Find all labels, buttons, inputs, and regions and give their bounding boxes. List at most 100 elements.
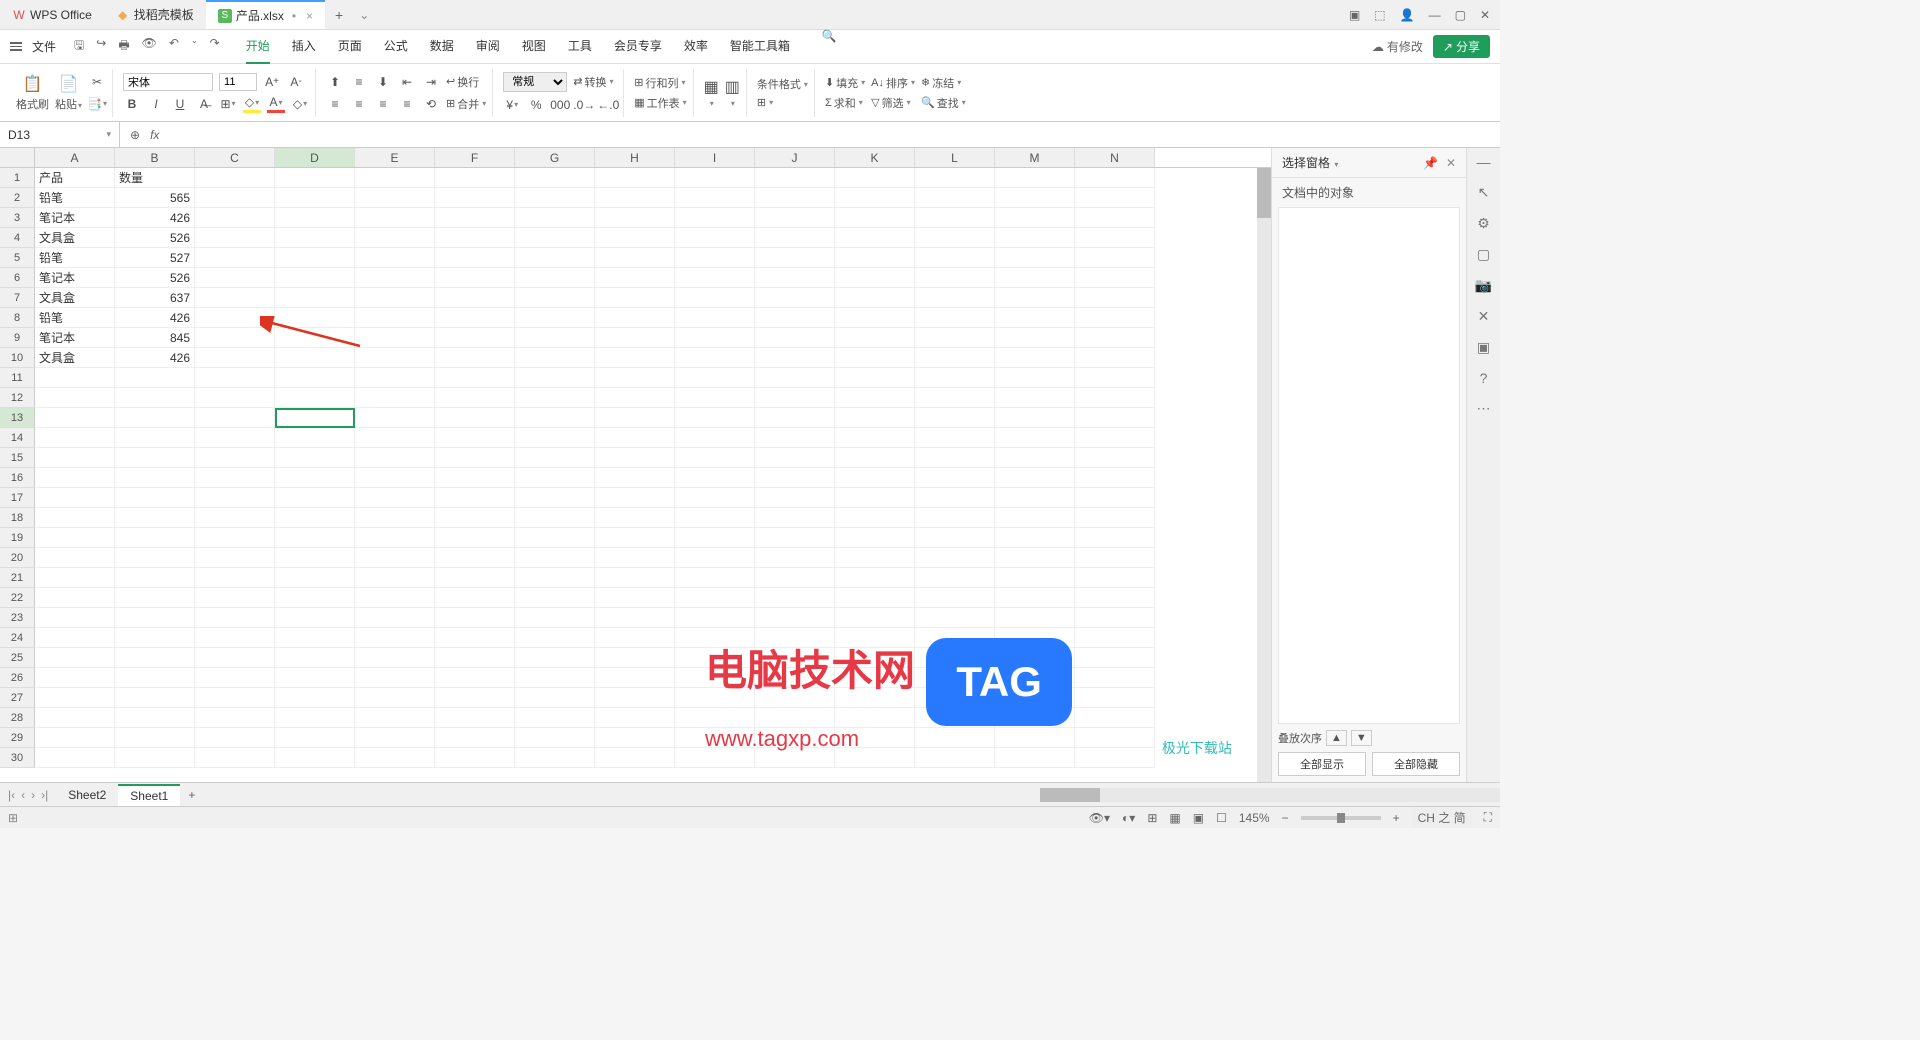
- row-header[interactable]: 3: [0, 208, 35, 228]
- cell[interactable]: [595, 428, 675, 448]
- cell[interactable]: 426: [115, 208, 195, 228]
- cell[interactable]: [675, 548, 755, 568]
- row-header[interactable]: 22: [0, 588, 35, 608]
- tab-page[interactable]: 页面: [338, 29, 362, 64]
- cell[interactable]: [915, 408, 995, 428]
- align-left-icon[interactable]: ≡: [326, 95, 344, 113]
- cell[interactable]: 产品: [35, 168, 115, 188]
- cell[interactable]: [355, 548, 435, 568]
- cell[interactable]: [195, 608, 275, 628]
- cell[interactable]: [275, 708, 355, 728]
- cell[interactable]: [355, 188, 435, 208]
- cell[interactable]: [755, 168, 835, 188]
- cell[interactable]: 铅笔: [35, 248, 115, 268]
- cell[interactable]: [915, 668, 995, 688]
- cell[interactable]: [595, 688, 675, 708]
- column-header[interactable]: B: [115, 148, 195, 167]
- grid-view-icon[interactable]: ⊞: [1147, 811, 1157, 825]
- cell[interactable]: [915, 688, 995, 708]
- cell[interactable]: [1075, 488, 1155, 508]
- cell[interactable]: [755, 708, 835, 728]
- row-header[interactable]: 18: [0, 508, 35, 528]
- cell[interactable]: [595, 208, 675, 228]
- hamburger-icon[interactable]: [10, 42, 22, 51]
- cell[interactable]: [275, 588, 355, 608]
- cell[interactable]: 铅笔: [35, 188, 115, 208]
- zoom-slider[interactable]: [1301, 816, 1381, 820]
- cell[interactable]: [995, 288, 1075, 308]
- cell[interactable]: 文具盒: [35, 348, 115, 368]
- cell[interactable]: [835, 588, 915, 608]
- table-style-icon[interactable]: ▥▾: [725, 77, 740, 108]
- cell[interactable]: [1075, 548, 1155, 568]
- cell[interactable]: [995, 488, 1075, 508]
- pin-icon[interactable]: 📌: [1423, 156, 1438, 170]
- cell[interactable]: 数量: [115, 168, 195, 188]
- cell[interactable]: [675, 288, 755, 308]
- cell[interactable]: [595, 708, 675, 728]
- cell[interactable]: [675, 608, 755, 628]
- cell[interactable]: [675, 428, 755, 448]
- close-icon[interactable]: ×: [306, 9, 313, 23]
- cell[interactable]: [275, 468, 355, 488]
- underline-icon[interactable]: U: [171, 95, 189, 113]
- column-header[interactable]: C: [195, 148, 275, 167]
- styles-icon[interactable]: ▦▾: [704, 77, 719, 108]
- cell[interactable]: [675, 588, 755, 608]
- cell[interactable]: [835, 268, 915, 288]
- align-middle-icon[interactable]: ≡: [350, 73, 368, 91]
- cell[interactable]: [275, 568, 355, 588]
- cell[interactable]: [275, 228, 355, 248]
- cell[interactable]: [435, 328, 515, 348]
- cell[interactable]: [35, 628, 115, 648]
- cell[interactable]: [35, 408, 115, 428]
- cell[interactable]: [1075, 408, 1155, 428]
- column-header[interactable]: I: [675, 148, 755, 167]
- row-header[interactable]: 9: [0, 328, 35, 348]
- cell[interactable]: [595, 728, 675, 748]
- cell[interactable]: [275, 508, 355, 528]
- cell[interactable]: [355, 168, 435, 188]
- add-tab-button[interactable]: +: [325, 7, 353, 23]
- cell[interactable]: [595, 348, 675, 368]
- number-format-select[interactable]: 常规: [503, 72, 567, 92]
- camera-tool-icon[interactable]: 📷: [1475, 277, 1492, 294]
- cell[interactable]: [915, 308, 995, 328]
- cell[interactable]: [115, 688, 195, 708]
- redo-icon[interactable]: ↷: [210, 36, 220, 57]
- cell[interactable]: [35, 428, 115, 448]
- select-tool-icon[interactable]: ↖: [1478, 184, 1490, 201]
- history-tool-icon[interactable]: ▣: [1477, 339, 1490, 356]
- cell[interactable]: [1075, 328, 1155, 348]
- cell[interactable]: [435, 588, 515, 608]
- cell[interactable]: [515, 468, 595, 488]
- zoom-out-icon[interactable]: −: [1282, 811, 1289, 825]
- cell[interactable]: [115, 448, 195, 468]
- cell[interactable]: [995, 268, 1075, 288]
- cell[interactable]: [275, 528, 355, 548]
- cell[interactable]: 426: [115, 348, 195, 368]
- cell[interactable]: [1075, 288, 1155, 308]
- zoom-value[interactable]: 145%: [1239, 811, 1270, 825]
- last-sheet-icon[interactable]: ›|: [41, 788, 48, 802]
- cell[interactable]: 527: [115, 248, 195, 268]
- cell[interactable]: [1075, 608, 1155, 628]
- cell[interactable]: [675, 668, 755, 688]
- cell[interactable]: [995, 468, 1075, 488]
- row-header[interactable]: 2: [0, 188, 35, 208]
- cell[interactable]: [435, 448, 515, 468]
- cell[interactable]: [275, 328, 355, 348]
- cell[interactable]: [275, 408, 355, 428]
- clipboard-tool-icon[interactable]: ▢: [1477, 246, 1490, 263]
- cell[interactable]: [435, 548, 515, 568]
- cell[interactable]: [195, 548, 275, 568]
- cell[interactable]: [115, 608, 195, 628]
- normal-view-icon[interactable]: ▦: [1169, 811, 1180, 825]
- cell[interactable]: [915, 448, 995, 468]
- cut-icon[interactable]: ✂: [88, 73, 106, 91]
- cell[interactable]: [675, 348, 755, 368]
- cell[interactable]: [355, 568, 435, 588]
- column-header[interactable]: E: [355, 148, 435, 167]
- cell[interactable]: [755, 628, 835, 648]
- cell[interactable]: [595, 488, 675, 508]
